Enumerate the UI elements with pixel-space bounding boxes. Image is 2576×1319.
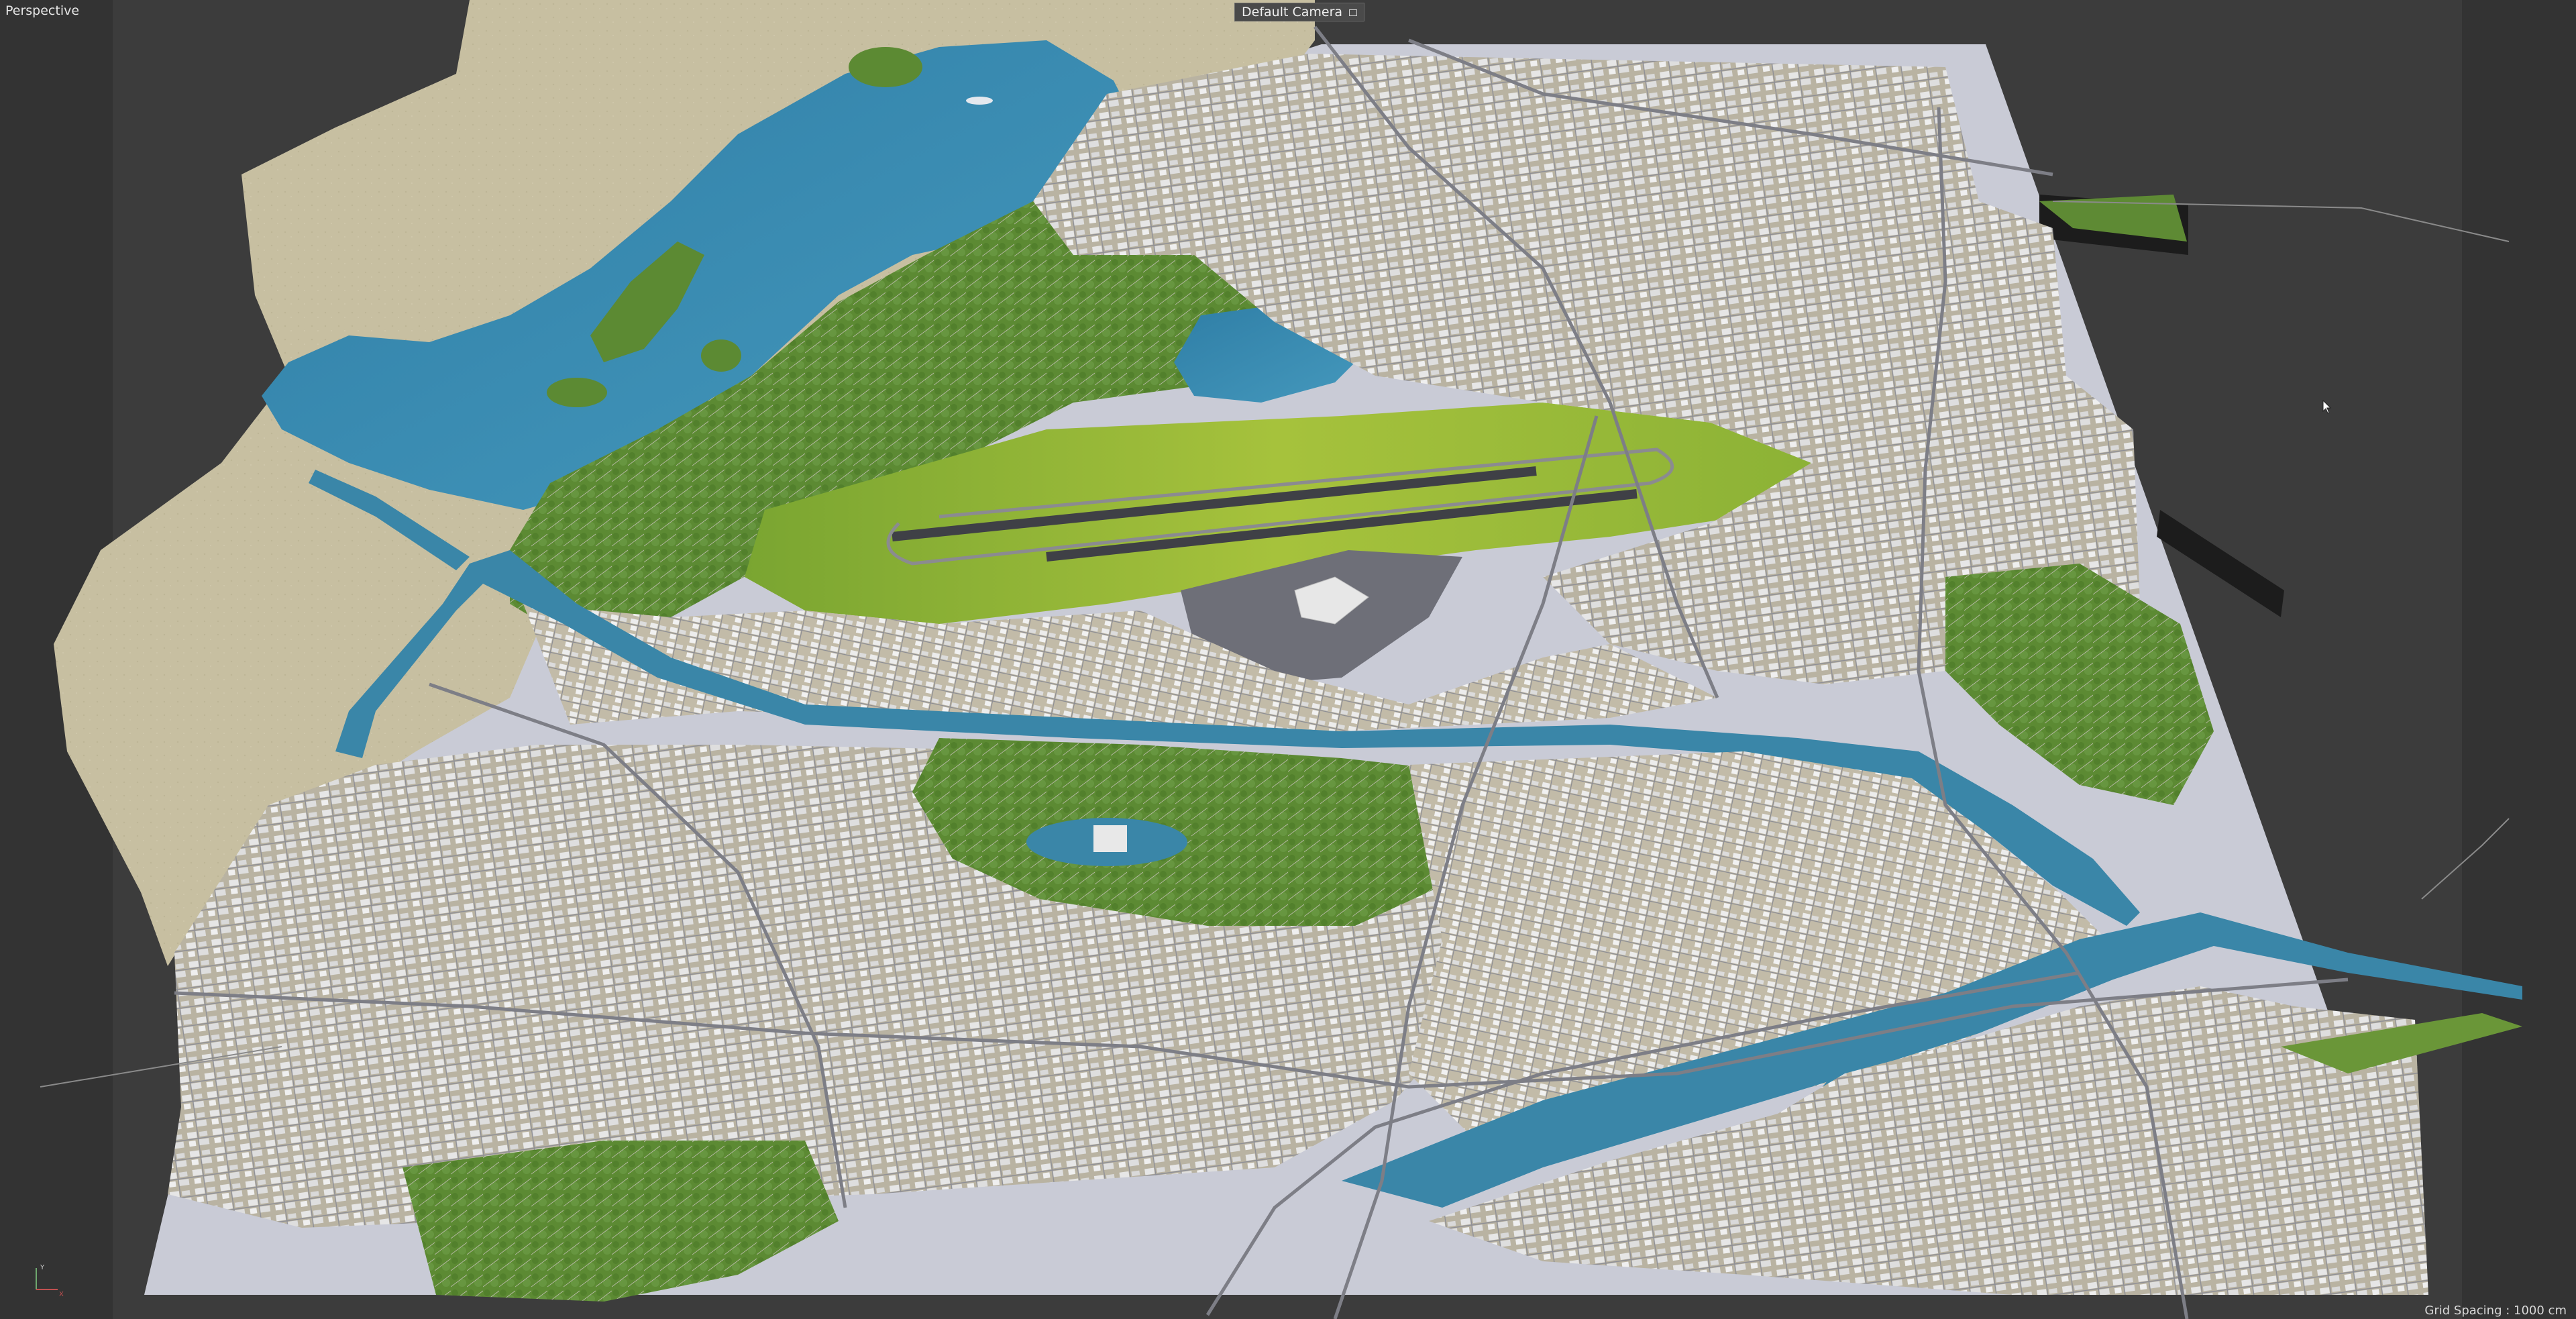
boat — [966, 97, 993, 105]
city-map-3d-model[interactable] — [0, 0, 2576, 1319]
camera-selector[interactable]: Default Camera — [1234, 3, 1365, 21]
axis-x-label: X — [59, 1291, 64, 1298]
lake-island — [701, 339, 741, 372]
lake-island — [547, 378, 607, 407]
3d-viewport[interactable]: Perspective Default Camera Y X Grid Spac… — [0, 0, 2576, 1319]
grid-spacing-label: Grid Spacing : 1000 cm — [2424, 1304, 2567, 1318]
mouse-cursor-icon — [2322, 400, 2332, 414]
camera-icon — [1349, 9, 1358, 16]
camera-label: Default Camera — [1242, 5, 1343, 19]
lake-island — [849, 47, 922, 87]
axis-gizmo-icon: Y X — [36, 1264, 64, 1298]
axis-y-label: Y — [40, 1264, 45, 1271]
view-mode-label[interactable]: Perspective — [5, 3, 79, 19]
park-pavilion — [1093, 825, 1127, 852]
